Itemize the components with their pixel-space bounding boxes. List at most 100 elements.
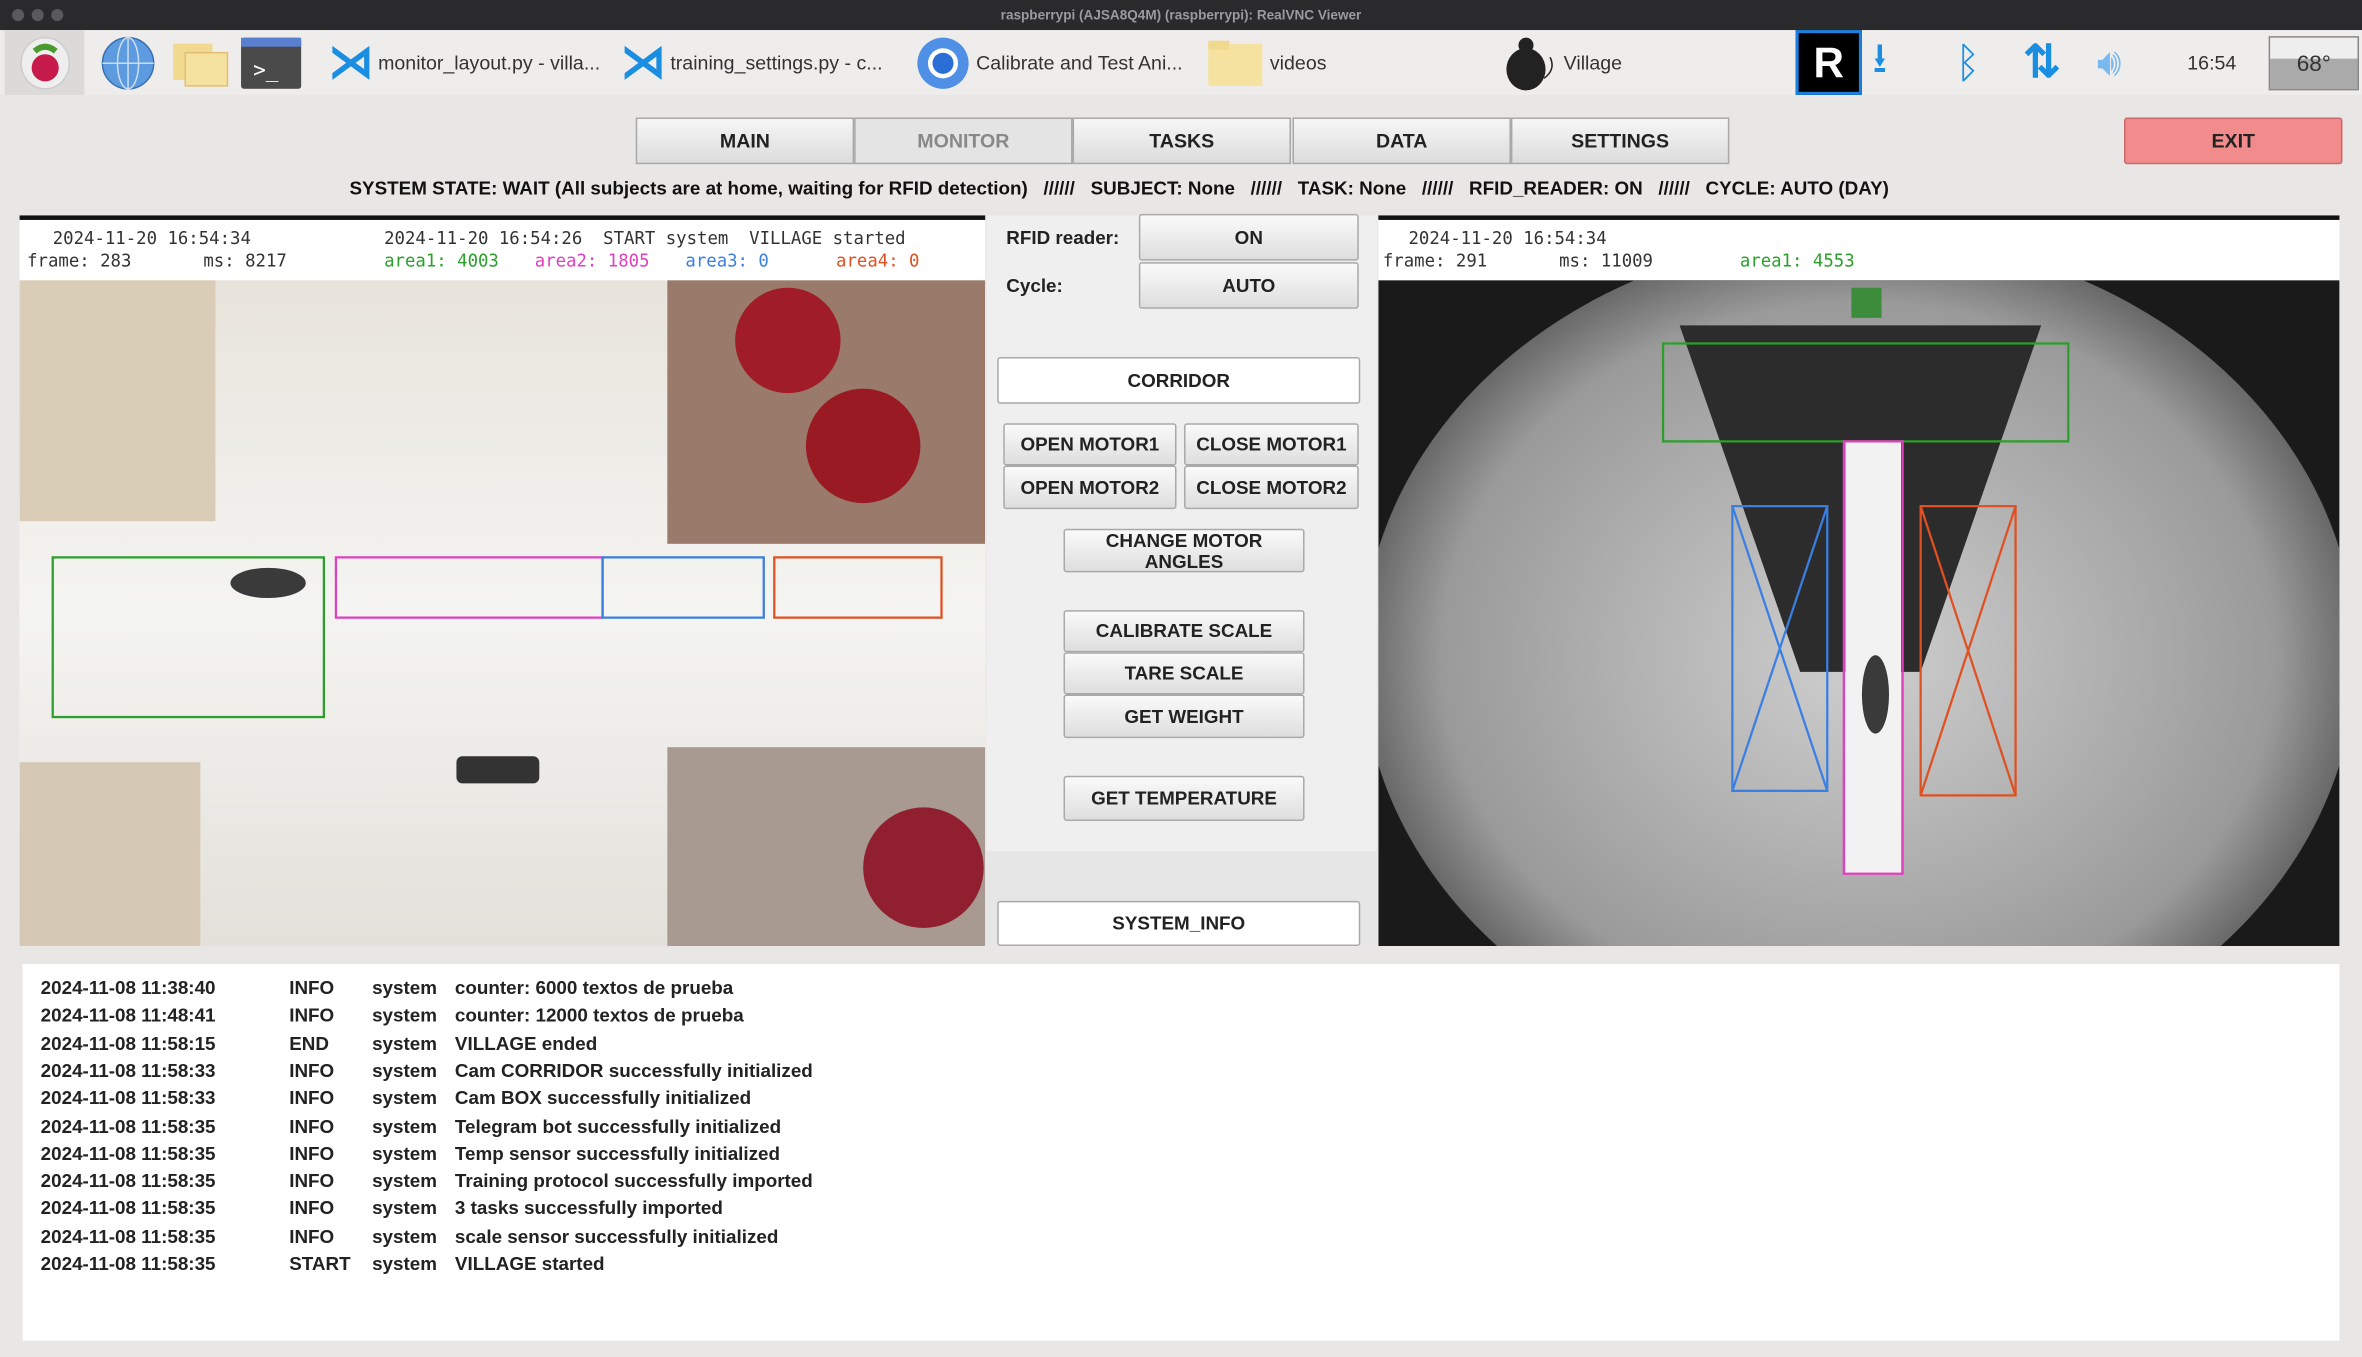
log-timestamp: 2024-11-08 11:38:40: [40, 977, 216, 999]
log-timestamp: 2024-11-08 11:58:35: [40, 1143, 216, 1165]
log-level: END: [289, 1032, 330, 1054]
taskbar-app-monitor-layout[interactable]: ⋊ monitor_layout.py - villa...: [328, 30, 600, 95]
taskbar-app-label: monitor_layout.py - villa...: [378, 51, 601, 74]
tab-tasks[interactable]: TASKS: [1072, 117, 1291, 165]
log-source: system: [372, 1005, 437, 1027]
log-timestamp: 2024-11-08 11:58:33: [40, 1060, 216, 1082]
download-updates-icon[interactable]: ⭳: [1872, 30, 1887, 95]
tab-main[interactable]: MAIN: [635, 117, 855, 165]
log-message: Cam BOX successfully initialized: [454, 1087, 752, 1109]
browser-launcher[interactable]: [99, 30, 156, 95]
taskbar-app-label: training_settings.py - c...: [670, 51, 883, 74]
corridor-cam-ms: ms: 11009: [1559, 250, 1653, 272]
log-message: Training protocol successfully imported: [454, 1170, 813, 1192]
get-temperature-button[interactable]: GET TEMPERATURE: [1063, 775, 1305, 821]
log-source: system: [372, 1170, 437, 1192]
taskbar-app-chromium[interactable]: Calibrate and Test Ani...: [914, 30, 1183, 95]
log-level: INFO: [289, 1005, 335, 1027]
log-timestamp: 2024-11-08 11:58:35: [40, 1198, 216, 1220]
raspberry-menu-button[interactable]: [4, 30, 85, 95]
window-title: raspberrypi (AJSA8Q4M) (raspberrypi): Re…: [1000, 7, 1362, 23]
area1-readout: area1: 4003: [384, 250, 499, 272]
open-motor2-button[interactable]: OPEN MOTOR2: [1003, 465, 1177, 510]
log-level: INFO: [289, 1170, 335, 1192]
tab-monitor[interactable]: MONITOR: [854, 117, 1073, 165]
system-info-button[interactable]: SYSTEM_INFO: [997, 900, 1361, 947]
taskbar-app-label: Calibrate and Test Ani...: [976, 51, 1183, 74]
volume-icon[interactable]: 🔊︎: [2097, 30, 2122, 95]
close-motor2-button[interactable]: CLOSE MOTOR2: [1184, 465, 1359, 510]
terminal-launcher[interactable]: >_: [241, 30, 302, 95]
tare-scale-button[interactable]: TARE SCALE: [1063, 652, 1305, 695]
cpu-temperature: 68°: [2268, 36, 2360, 91]
cage-bottom-left: [19, 762, 201, 947]
clock[interactable]: 16:54: [2187, 30, 2236, 95]
log-message: Temp sensor successfully initialized: [454, 1143, 781, 1165]
separator: //////: [1658, 177, 1690, 199]
exit-button[interactable]: EXIT: [2124, 117, 2343, 165]
corridor-cam-frame: frame: 291: [1382, 250, 1488, 272]
log-message: VILLAGE started: [454, 1253, 605, 1275]
system-state: SYSTEM STATE: WAIT (All subjects are at …: [349, 177, 1028, 199]
chromium-icon: [917, 36, 969, 89]
tab-data[interactable]: DATA: [1292, 117, 1511, 165]
taskbar-app-village[interactable]: Village: [1499, 30, 1622, 95]
area2-readout: area2: 1805: [534, 250, 650, 272]
terminal-icon: >_: [241, 36, 302, 89]
log-level: INFO: [289, 977, 335, 999]
folder-icon: [1208, 39, 1263, 86]
close-motor1-button[interactable]: CLOSE MOTOR1: [1184, 423, 1359, 466]
rfid-reader-toggle[interactable]: ON: [1138, 213, 1359, 261]
corridor-camera-feed: [1378, 280, 2340, 947]
log-message: VILLAGE ended: [454, 1032, 598, 1054]
log-message: Cam CORRIDOR successfully initialized: [454, 1060, 813, 1082]
corridor-area1-readout: area1: 4553: [1739, 250, 1855, 272]
box-camera-feed: [19, 280, 986, 947]
tab-settings[interactable]: SETTINGS: [1510, 117, 1730, 165]
taskbar-app-label: videos: [1269, 51, 1327, 74]
box-cam-event: 2024-11-20 16:54:26 START system VILLAGE…: [384, 227, 906, 249]
network-icon[interactable]: ⇅: [2023, 30, 2061, 95]
window-controls[interactable]: [12, 9, 64, 22]
mouse-subject: [230, 567, 306, 599]
vnc-server-icon[interactable]: R: [1795, 30, 1862, 95]
log-source: system: [372, 1198, 437, 1220]
log-timestamp: 2024-11-08 11:48:41: [40, 1005, 216, 1027]
taskbar-app-training-settings[interactable]: ⋊ training_settings.py - c...: [621, 30, 883, 95]
box-cam-ms: ms: 8217: [203, 250, 287, 272]
cycle-toggle[interactable]: AUTO: [1138, 262, 1359, 309]
log-source: system: [372, 1253, 437, 1275]
log-source: system: [372, 1087, 437, 1109]
taskbar-app-label: Village: [1563, 51, 1623, 74]
corridor-camera-panel: 2024-11-20 16:54:34 frame: 291 ms: 11009…: [1378, 215, 2340, 947]
bluetooth-icon[interactable]: ᛒ: [1955, 30, 1980, 95]
corridor-button[interactable]: CORRIDOR: [997, 357, 1361, 404]
log-message: 3 tasks successfully imported: [454, 1198, 723, 1220]
svg-text:>_: >_: [253, 56, 279, 81]
log-level: INFO: [289, 1115, 335, 1137]
log-level: INFO: [289, 1225, 335, 1247]
open-motor1-button[interactable]: OPEN MOTOR1: [1003, 423, 1177, 466]
taskbar: >_ ⋊ monitor_layout.py - villa... ⋊ traini…: [0, 30, 2362, 95]
log-source: system: [372, 1143, 437, 1165]
log-timestamp: 2024-11-08 11:58:15: [40, 1032, 216, 1054]
controls-panel: RFID reader: ON Cycle: AUTO CORRIDOR OPE…: [986, 213, 1377, 947]
log-timestamp: 2024-11-08 11:58:33: [40, 1087, 216, 1109]
calibrate-scale-button[interactable]: CALIBRATE SCALE: [1063, 610, 1305, 653]
log-level: INFO: [289, 1198, 335, 1220]
box-cam-frame: frame: 283: [27, 250, 132, 272]
raspberry-pi-icon: [19, 36, 70, 89]
box-camera-panel: 2024-11-20 16:54:34 frame: 283 ms: 8217 …: [19, 215, 986, 947]
log-timestamp: 2024-11-08 11:58:35: [40, 1253, 216, 1275]
globe-icon: [101, 36, 155, 89]
log-level: INFO: [289, 1143, 335, 1165]
change-motor-angles-button[interactable]: CHANGE MOTOR ANGLES: [1063, 528, 1305, 573]
file-manager-launcher[interactable]: [170, 30, 230, 95]
log-level: INFO: [289, 1060, 335, 1082]
box-cam-timestamp: 2024-11-20 16:54:34: [52, 227, 251, 249]
cycle-label: Cycle:: [1006, 275, 1063, 297]
log-source: system: [372, 1225, 437, 1247]
get-weight-button[interactable]: GET WEIGHT: [1063, 694, 1305, 739]
taskbar-app-videos[interactable]: videos: [1208, 30, 1327, 95]
rfid-status: RFID_READER: ON: [1469, 177, 1643, 199]
